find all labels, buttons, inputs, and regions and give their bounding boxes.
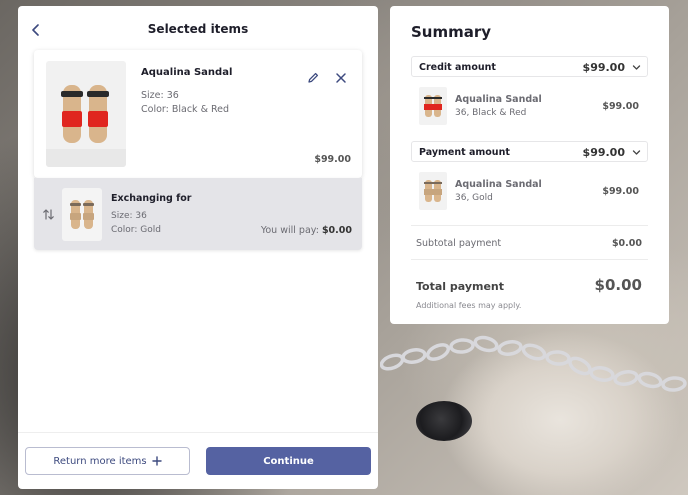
swap-arrows-icon [43,209,54,220]
exchange-item-row: Exchanging for Size: 36 Color: Gold You … [34,178,362,250]
summary-panel: Summary Credit amount $99.00 Aqualina Sa… [390,6,669,324]
payment-amount-toggle[interactable]: Payment amount $99.00 [411,141,648,162]
credit-amount-label: Credit amount [419,62,496,73]
selected-items-panel: Selected items Aqualina Sandal Size: 36 … [18,6,378,489]
total-label: Total payment [416,280,505,293]
fees-note: Additional fees may apply. [416,301,522,310]
sandal-black-red-image [46,61,126,167]
chevron-down-icon [632,150,641,155]
credit-item: Aqualina Sandal 36, Black & Red $99.00 [417,87,649,127]
panel-footer: Return more items Continue [18,432,378,489]
you-will-pay-label: You will pay: [260,225,319,236]
you-will-pay: You will pay: $0.00 [261,225,352,236]
panel-header: Selected items [18,6,378,54]
close-icon [336,73,346,83]
rivet-decoration [416,401,472,441]
divider [411,259,648,260]
you-will-pay-value: $0.00 [321,225,352,236]
plus-icon [151,456,162,466]
item-size: Size: 36 [141,90,179,101]
payment-item-price: $99.00 [602,186,639,197]
chevron-down-icon [632,65,641,70]
divider [411,225,648,226]
credit-amount-toggle[interactable]: Credit amount $99.00 [411,56,648,77]
return-more-items-button[interactable]: Return more items [25,447,190,475]
exchange-size: Size: 36 [111,211,147,221]
sandal-gold-thumb [419,172,447,210]
summary-title: Summary [411,23,492,41]
chain-decoration [380,335,687,392]
edit-button[interactable] [306,70,320,84]
credit-item-name: Aqualina Sandal [455,94,542,105]
subtotal-value: $0.00 [611,238,642,249]
payment-amount-label: Payment amount [419,147,510,158]
item-color: Color: Black & Red [141,104,230,115]
credit-item-meta: 36, Black & Red [455,108,527,118]
payment-item: Aqualina Sandal 36, Gold $99.00 [417,172,649,212]
payment-item-meta: 36, Gold [455,193,493,203]
item-name: Aqualina Sandal [141,67,233,78]
return-item-card: Aqualina Sandal Size: 36 Color: Black & … [34,50,362,178]
subtotal-label: Subtotal payment [416,238,502,249]
payment-amount-value: $99.00 [582,146,625,159]
total-value: $0.00 [594,276,642,294]
remove-item-button[interactable] [334,70,348,84]
payment-item-name: Aqualina Sandal [455,179,542,190]
pencil-icon [308,72,319,83]
sandal-black-red-thumb [419,87,447,125]
return-more-items-label: Return more items [53,455,147,467]
credit-amount-value: $99.00 [582,61,625,74]
sandal-gold-image [62,188,102,241]
exchange-color: Color: Gold [111,225,161,235]
page-title: Selected items [147,22,249,36]
exchange-title: Exchanging for [111,193,192,204]
continue-button[interactable]: Continue [206,447,371,475]
credit-item-price: $99.00 [602,101,639,112]
item-price: $99.00 [314,154,351,165]
